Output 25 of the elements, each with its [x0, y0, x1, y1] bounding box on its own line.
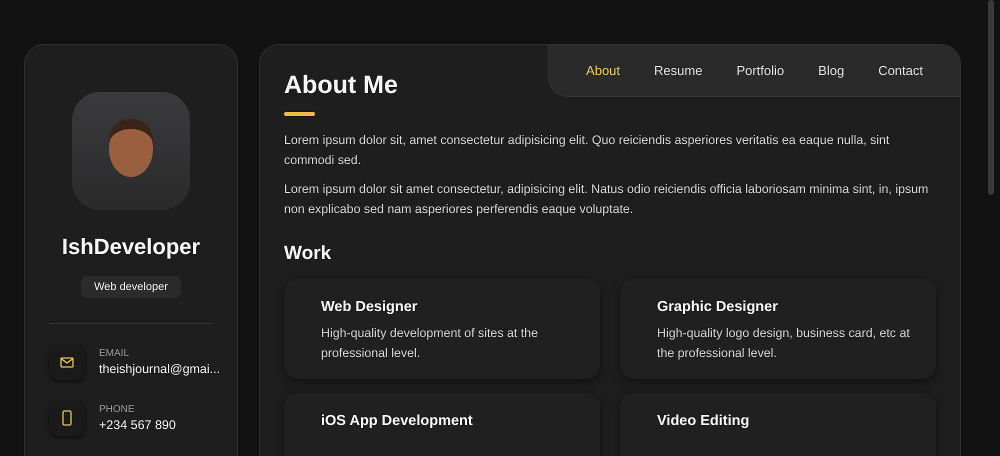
job-title: Web developer: [81, 276, 181, 298]
phone-icon: [62, 410, 72, 426]
contact-value: theishjournal@gmai...: [99, 362, 220, 376]
about-paragraph: Lorem ipsum dolor sit, amet consectetur adipisicing elit. Quo reiciendis asperiores veritatis ea eaque nulla, sint commodi sed.: [284, 132, 890, 169]
service-title: iOS App Development: [321, 413, 474, 429]
section-title: About Me: [284, 71, 398, 100]
profile-name: IshDeveloper: [62, 234, 200, 260]
contact-value: +234 567 890: [99, 418, 176, 432]
nav-link[interactable]: Contact: [861, 57, 940, 84]
nav-link[interactable]: Resume: [637, 57, 720, 84]
nav-link[interactable]: About: [569, 57, 638, 84]
title-underline: [284, 112, 315, 116]
section-title: Work: [284, 243, 332, 265]
service-description: High-quality development of sites at the professional level.: [321, 325, 539, 362]
nav-link[interactable]: Blog: [801, 57, 862, 84]
service-title: Web Designer: [321, 299, 418, 315]
scrollbar[interactable]: [988, 0, 994, 195]
nav-link[interactable]: Portfolio: [719, 57, 802, 84]
service-title: Video Editing: [657, 413, 750, 429]
contact-label: PHONE: [99, 404, 136, 415]
service-description: High-quality logo design, business card, etc at the professional level.: [657, 325, 911, 362]
contact-label: EMAIL: [99, 348, 130, 359]
about-paragraph: Lorem ipsum dolor sit amet consectetur, adipisicing elit. Natus odio reiciendis officia laboriosam minima sint, in, ipsum non explicabo sed nam asperiores perferendis eaque voluptate.: [284, 181, 930, 218]
mail-icon: [60, 356, 74, 368]
service-title: Graphic Designer: [657, 299, 779, 315]
